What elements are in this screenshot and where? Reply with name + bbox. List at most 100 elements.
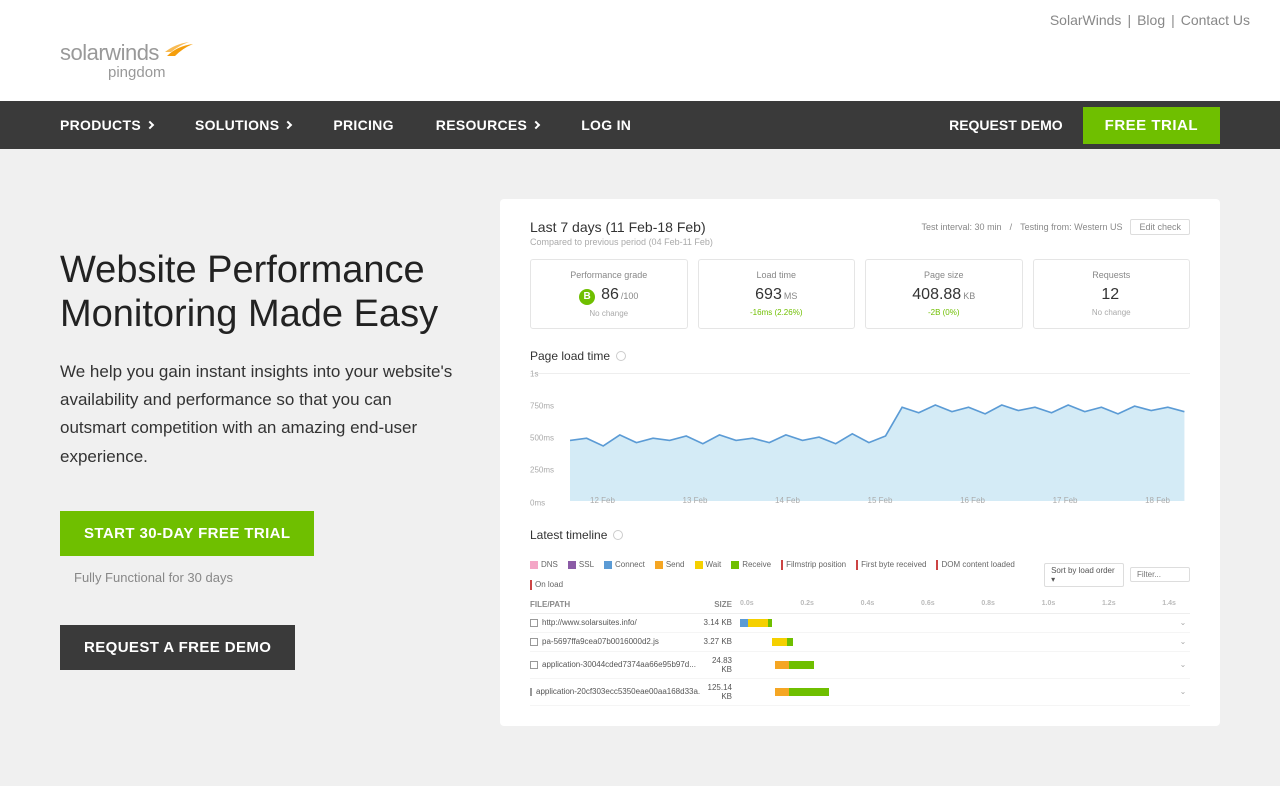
- legend-item: DNS: [530, 560, 558, 570]
- link-contact[interactable]: Contact Us: [1181, 12, 1250, 28]
- stat-card: Page size 408.88KB -2B (0%): [865, 259, 1023, 329]
- x-axis-label: 12 Feb: [590, 496, 615, 505]
- logo-swoosh-icon: [165, 42, 195, 60]
- test-interval: Test interval: 30 min: [922, 222, 1002, 232]
- expand-icon[interactable]: ⌄: [1176, 618, 1190, 627]
- scale-tick: 1.2s: [1102, 600, 1116, 609]
- scale-tick: 0.4s: [861, 600, 875, 609]
- col-file: FILE/PATH: [530, 600, 700, 609]
- y-axis-label: 0ms: [530, 498, 545, 507]
- chart-line: [570, 374, 1190, 501]
- nav-pricing[interactable]: PRICING: [333, 117, 393, 133]
- file-path: application-30044cded7374aa66e95b97d...: [542, 660, 696, 669]
- grade-badge: B: [579, 289, 595, 305]
- scale-tick: 0.0s: [740, 600, 754, 609]
- expand-icon[interactable]: ⌄: [1176, 660, 1190, 669]
- x-axis-label: 15 Feb: [868, 496, 893, 505]
- timeline-title: Latest timeline: [530, 528, 623, 542]
- stat-value: 86: [601, 286, 619, 304]
- info-icon: [616, 351, 626, 361]
- timeline-row[interactable]: http://www.solarsuites.info/ 3.14 KB ⌄: [530, 614, 1190, 633]
- file-icon: [530, 619, 538, 627]
- test-location: Testing from: Western US: [1020, 222, 1122, 232]
- scale-tick: 1.0s: [1042, 600, 1056, 609]
- chevron-right-icon: [146, 121, 154, 129]
- nav-products[interactable]: PRODUCTS: [60, 117, 153, 133]
- main-nav: PRODUCTS SOLUTIONS PRICING RESOURCES LOG…: [0, 101, 1280, 149]
- timeline-bars: [740, 618, 1176, 628]
- hero-title: Website Performance Monitoring Made Easy: [60, 249, 460, 336]
- top-links-bar: SolarWinds| Blog| Contact Us: [0, 0, 1280, 40]
- edit-check-button[interactable]: Edit check: [1130, 219, 1190, 235]
- x-axis-label: 17 Feb: [1053, 496, 1078, 505]
- legend-item: SSL: [568, 560, 594, 570]
- file-icon: [530, 688, 532, 696]
- free-trial-button[interactable]: FREE TRIAL: [1083, 107, 1220, 144]
- file-size: 125.14 KB: [700, 683, 740, 701]
- link-solarwinds[interactable]: SolarWinds: [1050, 12, 1122, 28]
- stat-card: Load time 693MS -16ms (2.26%): [698, 259, 856, 329]
- legend-item: Receive: [731, 560, 771, 570]
- nav-solutions[interactable]: SOLUTIONS: [195, 117, 291, 133]
- file-size: 3.14 KB: [700, 618, 740, 627]
- y-axis-label: 500ms: [530, 434, 554, 443]
- legend-item: Connect: [604, 560, 645, 570]
- header: solarwinds pingdom: [0, 40, 1280, 101]
- chevron-right-icon: [532, 121, 540, 129]
- sort-select[interactable]: Sort by load order ▾: [1044, 563, 1124, 587]
- x-axis-label: 18 Feb: [1145, 496, 1170, 505]
- file-size: 24.83 KB: [700, 656, 740, 674]
- nav-login[interactable]: LOG IN: [581, 117, 631, 133]
- request-demo-button[interactable]: REQUEST A FREE DEMO: [60, 625, 295, 670]
- link-blog[interactable]: Blog: [1137, 12, 1165, 28]
- chart-title: Page load time: [530, 349, 1190, 363]
- nav-request-demo[interactable]: REQUEST DEMO: [949, 117, 1063, 133]
- scale-tick: 0.6s: [921, 600, 935, 609]
- timeline-legend: DNS SSL Connect Send Wait Receive Filmstrip po…: [530, 560, 1044, 590]
- nav-resources[interactable]: RESOURCES: [436, 117, 539, 133]
- logo-main-text: solarwinds: [60, 40, 159, 66]
- timeline-row[interactable]: application-30044cded7374aa66e95b97d... …: [530, 652, 1190, 679]
- expand-icon[interactable]: ⌄: [1176, 687, 1190, 696]
- file-icon: [530, 661, 538, 669]
- stat-value: 408.88: [912, 286, 961, 304]
- chevron-right-icon: [284, 121, 292, 129]
- x-axis-label: 13 Feb: [683, 496, 708, 505]
- timeline-bars: [740, 687, 1176, 697]
- y-axis-label: 1s: [530, 369, 538, 378]
- logo-sub-text: pingdom: [108, 64, 195, 81]
- start-trial-button[interactable]: START 30-DAY FREE TRIAL: [60, 511, 314, 556]
- stats-row: Performance grade B86/100 No change Load…: [530, 259, 1190, 329]
- file-icon: [530, 638, 538, 646]
- stat-label: Requests: [1042, 270, 1182, 280]
- x-axis-label: 14 Feb: [775, 496, 800, 505]
- timeline-row[interactable]: application-20cf303ecc5350eae00aa168d33a…: [530, 679, 1190, 706]
- dashboard-preview: Last 7 days (11 Feb-18 Feb) Compared to …: [500, 199, 1220, 726]
- hero-section: Website Performance Monitoring Made Easy…: [0, 149, 1280, 786]
- y-axis-label: 750ms: [530, 401, 554, 410]
- stat-change: No change: [1042, 308, 1182, 317]
- trial-note: Fully Functional for 30 days: [74, 570, 460, 585]
- timeline-bars: [740, 637, 1176, 647]
- filter-input[interactable]: [1130, 567, 1190, 582]
- legend-item: Send: [655, 560, 685, 570]
- page-load-chart: 1s750ms500ms250ms0ms 12 Feb13 Feb14 Feb1…: [530, 373, 1190, 503]
- stat-card: Requests 12 No change: [1033, 259, 1191, 329]
- logo[interactable]: solarwinds pingdom: [60, 40, 195, 81]
- x-axis-label: 16 Feb: [960, 496, 985, 505]
- timeline-bars: [740, 660, 1176, 670]
- stat-change: No change: [539, 309, 679, 318]
- legend-item: Wait: [695, 560, 722, 570]
- info-icon: [613, 530, 623, 540]
- timeline-row[interactable]: pa-5697ffa9cea07b0016000d2.js 3.27 KB ⌄: [530, 633, 1190, 652]
- y-axis-label: 250ms: [530, 466, 554, 475]
- expand-icon[interactable]: ⌄: [1176, 637, 1190, 646]
- stat-change: -2B (0%): [874, 308, 1014, 317]
- scale-tick: 0.2s: [800, 600, 814, 609]
- legend-marker: First byte received: [856, 560, 926, 570]
- legend-marker: Filmstrip position: [781, 560, 846, 570]
- stat-change: -16ms (2.26%): [707, 308, 847, 317]
- file-path: pa-5697ffa9cea07b0016000d2.js: [542, 637, 659, 646]
- file-path: application-20cf303ecc5350eae00aa168d33a…: [536, 687, 700, 696]
- file-path: http://www.solarsuites.info/: [542, 618, 637, 627]
